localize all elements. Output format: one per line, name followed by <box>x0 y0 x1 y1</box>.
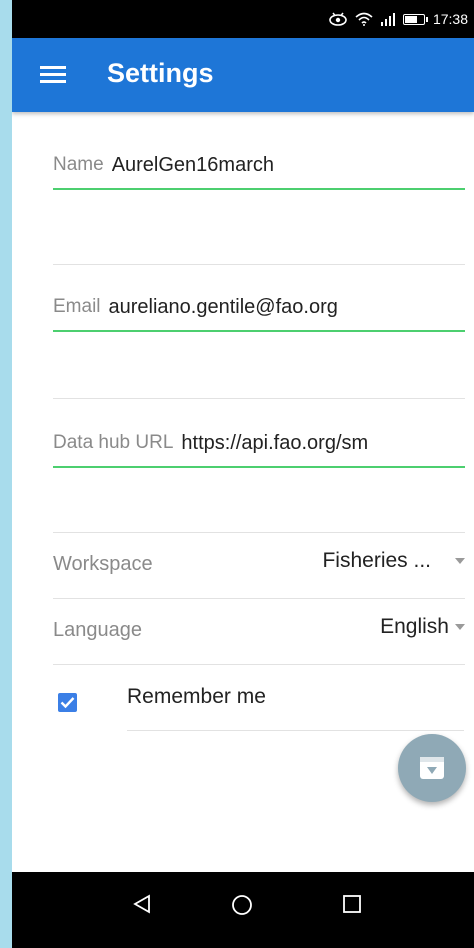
email-input[interactable] <box>108 295 465 319</box>
divider <box>53 598 465 599</box>
data-hub-url-label: Data hub URL <box>53 432 174 453</box>
divider <box>53 398 465 399</box>
dropdown-arrow-icon <box>455 558 465 564</box>
divider <box>53 264 465 265</box>
name-field: Name <box>53 142 465 190</box>
workspace-row: Workspace Fisheries ... <box>53 534 465 594</box>
page-title: Settings <box>107 58 214 88</box>
status-icons: 17:38 <box>329 0 468 38</box>
status-time: 17:38 <box>432 11 468 27</box>
language-label: Language <box>53 619 142 641</box>
email-label: Email <box>53 296 101 317</box>
battery-fill <box>404 15 417 23</box>
data-hub-url-field: Data hub URL <box>53 420 465 468</box>
status-bar: 17:38 <box>12 0 474 38</box>
divider <box>127 730 464 731</box>
wifi-icon <box>355 12 373 26</box>
download-archive-icon <box>420 757 444 779</box>
workspace-value: Fisheries ... <box>322 549 431 572</box>
download-fab-button[interactable] <box>398 734 466 802</box>
divider <box>53 664 465 665</box>
remember-me-checkbox[interactable] <box>58 693 77 712</box>
name-input[interactable] <box>111 153 465 177</box>
recents-icon[interactable] <box>342 894 362 914</box>
dropdown-arrow-icon <box>455 624 465 630</box>
app-bar: Settings <box>12 38 474 112</box>
email-field: Email <box>53 284 465 332</box>
eye-icon <box>329 12 347 26</box>
language-value: English <box>380 615 449 638</box>
back-icon[interactable] <box>133 894 151 914</box>
battery-icon <box>402 13 428 25</box>
phone-screen: 17:38 Settings Name Email Data hub URL W… <box>12 0 474 948</box>
workspace-select[interactable]: Fisheries ... <box>322 549 465 573</box>
workspace-label: Workspace <box>53 553 153 575</box>
remember-me-row: Remember me <box>53 676 465 726</box>
divider <box>53 532 465 533</box>
name-label: Name <box>53 154 104 175</box>
signal-icon <box>380 12 395 26</box>
hamburger-menu-icon[interactable] <box>40 66 66 84</box>
language-row: Language English <box>53 600 465 660</box>
home-icon[interactable] <box>231 894 253 916</box>
remember-me-label: Remember me <box>127 685 266 708</box>
checkmark-icon <box>60 697 75 709</box>
navigation-bar <box>12 872 474 948</box>
data-hub-url-input[interactable] <box>181 431 465 455</box>
language-select[interactable]: English <box>380 615 465 639</box>
